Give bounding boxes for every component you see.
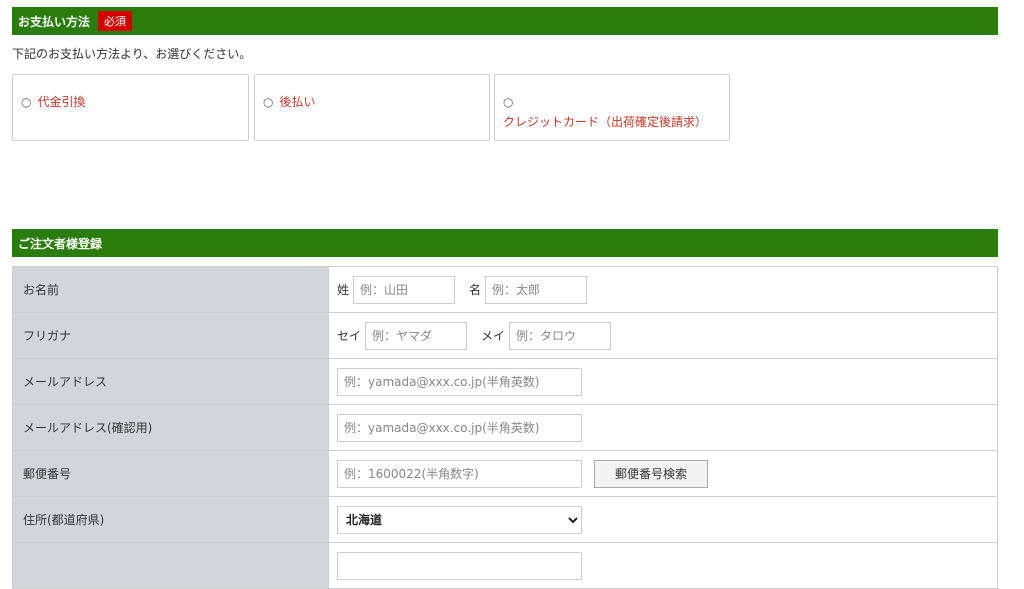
radio-icon[interactable]: ○ bbox=[21, 95, 31, 109]
first-kana-input[interactable] bbox=[509, 321, 612, 350]
email-confirm-label: メールアドレス(確認用) bbox=[12, 404, 329, 451]
orderer-form-table: お名前 姓名 フリガナ セイメイ メールアドレス メールアドレス(確認用) 郵便… bbox=[12, 266, 998, 589]
kana-label: フリガナ bbox=[12, 312, 329, 359]
last-name-prefix: 姓 bbox=[337, 283, 350, 297]
postal-fields: 郵便番号検索 bbox=[328, 450, 998, 497]
orderer-section-header: ご注文者様登録 bbox=[12, 229, 998, 257]
email-label: メールアドレス bbox=[12, 358, 329, 405]
first-name-prefix: 名 bbox=[469, 283, 482, 297]
postal-search-button[interactable]: 郵便番号検索 bbox=[594, 459, 709, 488]
form-row-postal: 郵便番号 郵便番号検索 bbox=[12, 450, 998, 497]
name-label: お名前 bbox=[12, 266, 329, 313]
city-label bbox=[12, 542, 329, 589]
radio-icon[interactable]: ○ bbox=[503, 95, 513, 109]
last-kana-input[interactable] bbox=[365, 321, 468, 350]
form-row-kana: フリガナ セイ メイ bbox=[12, 312, 998, 359]
kana-fields: セイ メイ bbox=[328, 312, 998, 359]
payment-section-header: お支払い方法 必須 bbox=[12, 7, 998, 35]
postal-code-input[interactable] bbox=[337, 459, 582, 488]
city-fields bbox=[328, 542, 998, 589]
payment-option-label: 後払い bbox=[279, 95, 316, 109]
payment-option-credit-card[interactable]: ○ クレジットカード（出荷確定後請求） bbox=[494, 74, 730, 141]
prefecture-fields: 北海道 bbox=[328, 496, 998, 543]
payment-intro-text: 下記のお支払い方法より、お選びください。 bbox=[12, 47, 252, 61]
email-fields bbox=[328, 358, 998, 405]
city-input[interactable] bbox=[337, 551, 582, 580]
form-row-city bbox=[12, 542, 998, 589]
prefecture-label: 住所(都道府県) bbox=[12, 496, 329, 543]
payment-option-cod[interactable]: ○ 代金引換 bbox=[12, 74, 249, 141]
payment-section-title: お支払い方法 bbox=[18, 14, 91, 29]
form-row-email-confirm: メールアドレス(確認用) bbox=[12, 404, 998, 451]
form-row-name: お名前 姓名 bbox=[12, 266, 998, 313]
radio-icon[interactable]: ○ bbox=[263, 95, 273, 109]
form-row-prefecture: 住所(都道府県) 北海道 bbox=[12, 496, 998, 543]
orderer-section-title: ご注文者様登録 bbox=[18, 236, 103, 251]
postal-label: 郵便番号 bbox=[12, 450, 329, 497]
first-name-input[interactable] bbox=[485, 275, 588, 304]
form-row-email: メールアドレス bbox=[12, 358, 998, 405]
payment-option-label: 代金引換 bbox=[37, 95, 86, 109]
email-confirm-input[interactable] bbox=[337, 413, 582, 442]
email-confirm-fields bbox=[328, 404, 998, 451]
last-kana-prefix: セイ bbox=[337, 329, 362, 343]
prefecture-select[interactable]: 北海道 bbox=[337, 505, 582, 534]
first-kana-prefix: メイ bbox=[481, 329, 506, 343]
payment-option-label: クレジットカード（出荷確定後請求） bbox=[503, 115, 708, 129]
name-fields: 姓名 bbox=[328, 266, 998, 313]
last-name-input[interactable] bbox=[353, 275, 456, 304]
payment-option-deferred[interactable]: ○ 後払い bbox=[254, 74, 490, 141]
required-badge: 必須 bbox=[98, 11, 133, 31]
email-input[interactable] bbox=[337, 367, 582, 396]
